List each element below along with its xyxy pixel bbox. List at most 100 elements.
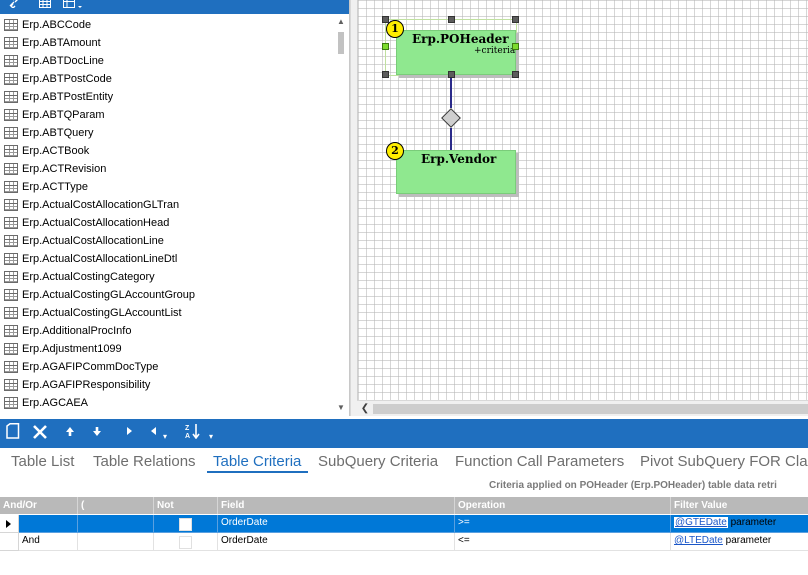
- table-icon: [4, 289, 18, 301]
- resize-handle[interactable]: [382, 16, 389, 23]
- tab-pivot-subquery[interactable]: Pivot SubQuery FOR Clau: [640, 453, 808, 470]
- table-icon: [4, 37, 18, 49]
- row-selector[interactable]: [0, 515, 19, 533]
- list-item[interactable]: Erp.ABTPostEntity: [0, 88, 334, 106]
- entity-name: Erp.Vendor: [421, 152, 497, 166]
- sort-icon[interactable]: ZA: [183, 423, 207, 443]
- outdent-dropdown-icon[interactable]: ▾: [163, 433, 167, 441]
- table-row[interactable]: And OrderDate <= @LTEDate parameter: [0, 533, 808, 551]
- list-item[interactable]: Erp.ABTPostCode: [0, 70, 334, 88]
- scrollbar-thumb[interactable]: [338, 32, 344, 54]
- table-list-pane: Erp.ABCCode Erp.ABTAmount Erp.ABTDocLine Er…: [0, 0, 350, 416]
- list-item[interactable]: Erp.ABTQParam: [0, 106, 334, 124]
- table-icon: [4, 307, 18, 319]
- table-icon: [4, 253, 18, 265]
- cell-paren[interactable]: [78, 515, 154, 533]
- list-item[interactable]: Erp.AGAFIPCommDocType: [0, 358, 334, 376]
- col-header-and-or[interactable]: And/Or: [0, 497, 78, 514]
- scrollbar-track[interactable]: [373, 404, 808, 414]
- list-item[interactable]: Erp.ActualCostAllocationHead: [0, 214, 334, 232]
- entity-vendor[interactable]: Erp.Vendor: [396, 150, 516, 194]
- resize-handle[interactable]: [382, 43, 389, 50]
- resize-handle[interactable]: [512, 43, 519, 50]
- col-header-paren[interactable]: (: [78, 497, 154, 514]
- diagram-canvas[interactable]: Erp.POHeader +criteria 1 Erp.Vendor 2: [357, 0, 808, 400]
- pane-splitter[interactable]: [350, 0, 357, 416]
- move-down-icon[interactable]: [90, 423, 104, 443]
- cell-and-or[interactable]: [19, 515, 78, 533]
- not-checkbox[interactable]: [179, 536, 192, 549]
- entity-poheader[interactable]: Erp.POHeader +criteria: [396, 30, 516, 75]
- cell-filter-value[interactable]: @LTEDate parameter: [671, 533, 808, 551]
- list-item[interactable]: Erp.AGAFIPResponsibility: [0, 376, 334, 394]
- diagram-hscrollbar[interactable]: ❮: [357, 400, 808, 416]
- row-selector[interactable]: [0, 533, 19, 551]
- cell-paren[interactable]: [78, 533, 154, 551]
- list-item[interactable]: Erp.ActualCostAllocationGLTran: [0, 196, 334, 214]
- tab-function-call-parameters[interactable]: Function Call Parameters: [455, 453, 624, 470]
- resize-handle[interactable]: [448, 16, 455, 23]
- new-icon[interactable]: [5, 423, 21, 443]
- resize-handle[interactable]: [512, 16, 519, 23]
- scroll-down-icon[interactable]: ▼: [334, 402, 348, 414]
- col-header-operation[interactable]: Operation: [455, 497, 671, 514]
- list-item[interactable]: Erp.ActualCostingGLAccountGroup: [0, 286, 334, 304]
- list-item[interactable]: Erp.ABTDocLine: [0, 52, 334, 70]
- table-dropdown-icon[interactable]: [62, 0, 86, 10]
- cell-and-or[interactable]: And: [19, 533, 78, 551]
- list-item[interactable]: Erp.ActualCostingGLAccountList: [0, 304, 334, 322]
- list-item[interactable]: Erp.ABTAmount: [0, 34, 334, 52]
- parameter-link[interactable]: @GTEDate: [675, 517, 727, 528]
- list-item[interactable]: Erp.AGCAEA: [0, 394, 334, 412]
- resize-handle[interactable]: [382, 71, 389, 78]
- tab-table-relations[interactable]: Table Relations: [93, 453, 196, 470]
- tab-subquery-criteria[interactable]: SubQuery Criteria: [318, 453, 438, 470]
- col-header-filter-value[interactable]: Filter Value: [671, 497, 808, 514]
- move-up-icon[interactable]: [63, 423, 77, 443]
- table-row[interactable]: OrderDate >= @GTEDate parameter: [0, 515, 808, 533]
- cell-operation[interactable]: >=: [455, 515, 671, 533]
- resize-handle[interactable]: [448, 71, 455, 78]
- tab-table-criteria[interactable]: Table Criteria: [213, 453, 301, 470]
- list-item[interactable]: Erp.ABTQuery: [0, 124, 334, 142]
- list-item[interactable]: Erp.ACTType: [0, 178, 334, 196]
- cell-field[interactable]: OrderDate: [218, 533, 455, 551]
- table-icon: [4, 127, 18, 139]
- sort-dropdown-icon[interactable]: ▾: [209, 433, 213, 441]
- cell-field[interactable]: OrderDate: [218, 515, 455, 533]
- outdent-icon[interactable]: [148, 423, 160, 443]
- table-icon: [4, 199, 18, 211]
- list-item[interactable]: Erp.ActualCostAllocationLineDtl: [0, 250, 334, 268]
- table-list-scrollbar[interactable]: ▲ ▼: [334, 14, 348, 416]
- tab-table-list[interactable]: Table List: [11, 453, 74, 470]
- list-item[interactable]: Erp.ACTBook: [0, 142, 334, 160]
- relation-line: [450, 128, 452, 150]
- list-item[interactable]: Erp.ActualCostAllocationLine: [0, 232, 334, 250]
- relation-diamond-icon[interactable]: [441, 108, 461, 128]
- query-designer-window: Erp.ABCCode Erp.ABTAmount Erp.ABTDocLine Er…: [0, 0, 808, 575]
- criteria-grid: And/Or ( Not Field Operation Filter Valu…: [0, 497, 808, 575]
- table-icon: [4, 73, 18, 85]
- delete-icon[interactable]: [31, 423, 49, 443]
- list-item[interactable]: Erp.ActualCostingCategory: [0, 268, 334, 286]
- col-header-field[interactable]: Field: [218, 497, 455, 514]
- cell-operation[interactable]: <=: [455, 533, 671, 551]
- list-item[interactable]: Erp.Adjustment1099: [0, 340, 334, 358]
- scroll-up-icon[interactable]: ▲: [334, 16, 348, 28]
- list-item[interactable]: Erp.AdditionalProcInfo: [0, 322, 334, 340]
- active-tab-indicator: [207, 471, 308, 473]
- not-checkbox[interactable]: [179, 518, 192, 531]
- list-item[interactable]: Erp.ACTRevision: [0, 160, 334, 178]
- list-item-label: Erp.ActualCostingGLAccountList: [22, 307, 182, 319]
- table-icon: [4, 181, 18, 193]
- parameter-link[interactable]: @LTEDate: [674, 535, 723, 546]
- link-icon[interactable]: [8, 0, 22, 10]
- cell-filter-value[interactable]: @GTEDate parameter: [671, 515, 808, 533]
- table-icon[interactable]: [38, 0, 52, 10]
- col-header-not[interactable]: Not: [154, 497, 218, 514]
- scroll-left-icon[interactable]: ❮: [359, 402, 371, 416]
- table-icon: [4, 91, 18, 103]
- list-item[interactable]: Erp.ABCCode: [0, 16, 334, 34]
- indent-icon[interactable]: [123, 423, 135, 443]
- resize-handle[interactable]: [512, 71, 519, 78]
